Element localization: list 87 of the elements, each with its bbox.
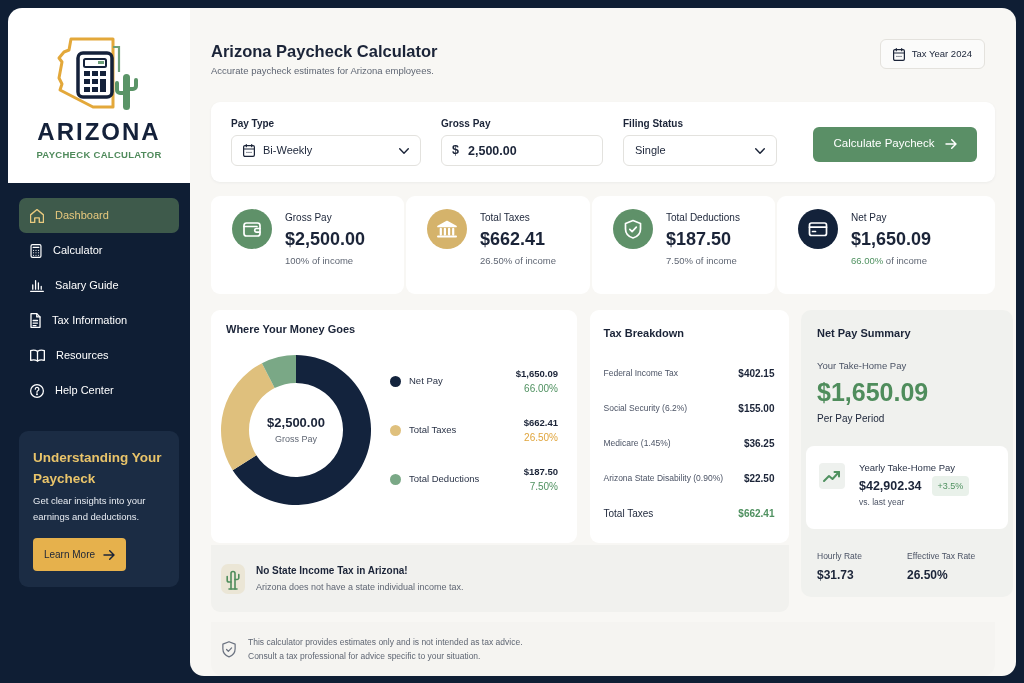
notice-text: Arizona does not have a state individual income tax. — [256, 581, 464, 593]
pay-period-text: Per Pay Period — [817, 413, 886, 425]
calendar-icon — [243, 144, 255, 157]
logo-title: ARIZONA — [37, 120, 161, 144]
stat-value: $2,500.00 — [285, 228, 366, 250]
calendar-icon — [892, 47, 905, 61]
tax-item-label: Medicare (1.45%) — [603, 437, 671, 450]
chevron-down-icon — [755, 147, 765, 154]
legend-amount: $1,650.09 — [515, 367, 558, 381]
tax-item-label: Social Security (6.2%) — [603, 402, 688, 415]
metric-value: 26.50% — [907, 568, 949, 582]
tax-item-label: Arizona State Disability (0.90%) — [603, 472, 724, 485]
sidebar-nav-item[interactable]: Tax Information — [19, 303, 179, 338]
legend-percent: 7.50% — [529, 480, 558, 494]
tax-breakdown-title: Tax Breakdown — [603, 327, 685, 339]
sidebar-nav-item[interactable]: Dashboard — [19, 198, 179, 233]
metric-value: $31.73 — [817, 568, 855, 582]
legend-label: Total Taxes — [409, 422, 457, 437]
tax-item-amount: $22.50 — [743, 472, 775, 486]
tax-item-amount: $402.15 — [738, 367, 775, 381]
legend-label: Net Pay — [409, 373, 443, 388]
income-share-text: 26.50% of income — [480, 255, 557, 267]
take-home-label: Your Take-Home Pay — [817, 360, 908, 372]
arrow-right-icon — [103, 549, 116, 560]
home-icon — [30, 208, 44, 223]
tax-year-button[interactable]: Tax Year 2024 — [879, 39, 985, 69]
legend-percent: 66.00% — [524, 382, 558, 396]
sidebar-nav-item[interactable]: Calculator — [19, 233, 179, 268]
arrow-right-icon — [944, 139, 957, 149]
legend-amount: $187.50 — [523, 465, 558, 479]
income-share-text: 7.50% of income — [666, 255, 738, 267]
field-label: Gross Pay — [441, 118, 492, 130]
page-title: Arizona Paycheck Calculator — [211, 41, 438, 62]
total-label: Total Taxes — [603, 507, 654, 521]
field-label: Filing Status — [623, 118, 684, 130]
notice-title: No State Income Tax in Arizona! — [256, 564, 409, 577]
tax-item-label: Federal Income Tax — [603, 367, 678, 380]
legend-label: Total Deductions — [409, 471, 480, 486]
take-home-amount: $1,650.09 — [817, 377, 930, 407]
page-subtitle: Accurate paycheck estimates for Arizona employees. — [211, 65, 435, 77]
comparison-note: vs. last year — [859, 497, 906, 508]
tax-item-amount: $36.25 — [743, 437, 775, 451]
promo-text: Get clear insights into your earnings and deductions. — [33, 494, 147, 524]
income-share-text: 66.00% of income — [851, 255, 929, 267]
stat-label: Total Deductions — [666, 212, 740, 224]
stat-value: $187.50 — [666, 228, 733, 250]
currency-symbol: $ — [452, 143, 459, 158]
bar-chart-icon — [30, 279, 44, 292]
cactus-icon — [221, 563, 245, 594]
stat-label: Gross Pay — [285, 212, 333, 224]
trend-up-icon — [819, 463, 845, 489]
yearly-label: Yearly Take-Home Pay — [859, 462, 957, 474]
chart-title: Where Your Money Goes — [226, 323, 357, 335]
shield-check-icon — [222, 640, 236, 658]
metric-label: Hourly Rate — [817, 550, 863, 562]
help-icon — [30, 383, 44, 398]
tax-item-amount: $155.00 — [738, 402, 775, 416]
stat-label: Net Pay — [851, 212, 888, 224]
change-badge: +3.5% — [931, 476, 970, 496]
stat-label: Total Taxes — [480, 212, 531, 224]
document-icon — [30, 313, 41, 328]
disclaimer-text: This calculator provides estimates only and is not intended as tax advice. — [248, 636, 523, 649]
yearly-amount: $42,902.34 — [859, 477, 922, 495]
sidebar-nav-item[interactable]: Resources — [19, 338, 179, 373]
total-amount: $662.41 — [738, 507, 775, 521]
sidebar-nav-item[interactable]: Salary Guide — [19, 268, 179, 303]
legend-percent: 26.50% — [524, 431, 558, 445]
book-icon — [30, 349, 45, 362]
chevron-down-icon — [399, 147, 409, 154]
stat-value: $662.41 — [480, 228, 547, 250]
dropdown-field[interactable]: Bi-Weekly — [231, 135, 421, 166]
logo-subtitle: PAYCHECK CALCULATOR — [36, 150, 162, 160]
donut-center-label: Gross Pay — [275, 434, 317, 445]
sidebar-nav-item[interactable]: Help Center — [19, 373, 179, 408]
legend-amount: $662.41 — [523, 416, 558, 430]
disclaimer-text: Consult a tax professional for advice specific to your situation. — [248, 650, 482, 663]
calculate-button[interactable]: Calculate Paycheck — [813, 126, 977, 162]
dropdown-field[interactable]: Single — [623, 135, 777, 166]
calculator-icon — [30, 243, 42, 258]
summary-title: Net Pay Summary — [817, 327, 912, 339]
stat-value: $1,650.09 — [851, 228, 932, 250]
metric-label: Effective Tax Rate — [907, 550, 977, 562]
donut-center-value: $2,500.00 — [267, 415, 325, 431]
promo-heading: Understanding Your Paycheck — [33, 449, 163, 488]
income-share-text: 100% of income — [285, 255, 355, 267]
field-label: Pay Type — [231, 118, 276, 130]
learn-more-button[interactable]: Learn More — [33, 538, 126, 571]
